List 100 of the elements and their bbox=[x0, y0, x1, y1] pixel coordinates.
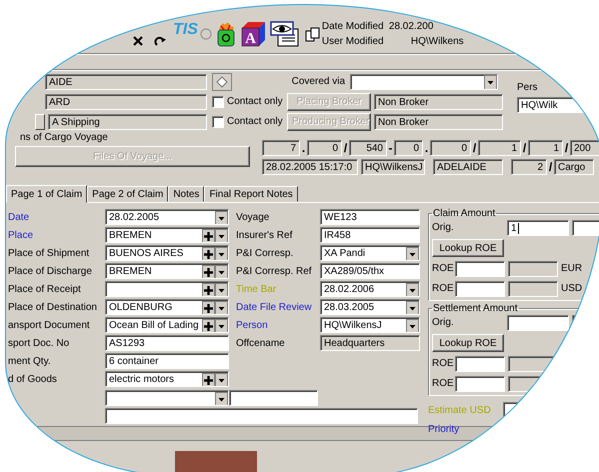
text-field[interactable] bbox=[507, 314, 569, 330]
redo-icon[interactable] bbox=[154, 35, 167, 47]
number-field[interactable]: 1 bbox=[478, 140, 521, 156]
dropdown-button[interactable] bbox=[215, 319, 228, 332]
dropdown-button[interactable] bbox=[406, 301, 419, 314]
user-modified-value: HQ\Wilkens bbox=[410, 36, 464, 47]
text-field[interactable]: XA289/05/thx bbox=[320, 263, 420, 279]
combo-field[interactable]: BREMEN bbox=[105, 263, 229, 279]
lookup-roe-button[interactable]: Lookup ROE bbox=[432, 334, 504, 352]
checkbox[interactable] bbox=[212, 116, 224, 128]
text-field[interactable]: Non Broker bbox=[374, 94, 503, 110]
add-button[interactable] bbox=[202, 247, 215, 260]
combo-field[interactable]: 28.02.2006 bbox=[320, 281, 420, 297]
number-field[interactable]: 1 bbox=[528, 140, 563, 156]
tab[interactable]: Page 1 of Claim bbox=[6, 185, 88, 203]
text-field[interactable]: ARD bbox=[45, 94, 207, 110]
dropdown-button[interactable] bbox=[215, 301, 228, 314]
text-field[interactable] bbox=[105, 408, 418, 424]
field-label: Pers bbox=[517, 82, 539, 93]
dropdown-button[interactable] bbox=[215, 247, 228, 260]
field-label: Time Bar bbox=[236, 284, 278, 294]
text-field[interactable] bbox=[455, 260, 505, 276]
text-field[interactable]: Non Broker bbox=[374, 114, 503, 130]
text-field[interactable]: AIDE bbox=[45, 74, 207, 90]
barrel-icon[interactable] bbox=[214, 20, 237, 48]
text-field[interactable] bbox=[455, 356, 505, 372]
dropdown-button[interactable] bbox=[484, 74, 497, 88]
text-field[interactable]: 6 container bbox=[105, 353, 229, 369]
copy-icon[interactable] bbox=[304, 26, 320, 42]
text-field[interactable]: 2 bbox=[511, 159, 547, 175]
number-field[interactable]: 0 bbox=[394, 140, 423, 156]
combo-field[interactable]: OLDENBURG bbox=[105, 299, 229, 315]
tab[interactable]: Page 2 of Claim bbox=[87, 186, 168, 202]
text-field[interactable]: IR458 bbox=[320, 227, 420, 243]
add-button[interactable] bbox=[202, 319, 215, 332]
combo-field[interactable] bbox=[105, 281, 229, 297]
number-field[interactable]: 540 bbox=[349, 140, 387, 156]
field-label: Covered via bbox=[290, 76, 346, 87]
field-label: ROE bbox=[432, 263, 455, 274]
number-field[interactable]: 7 bbox=[262, 140, 300, 156]
lookup-button[interactable] bbox=[212, 72, 232, 90]
combo-field[interactable]: HQ\WilkensJ bbox=[320, 317, 420, 333]
field-label: P&I Corresp. bbox=[236, 248, 294, 258]
combo-field[interactable]: electric motors bbox=[105, 371, 229, 387]
add-button[interactable] bbox=[202, 229, 215, 242]
field-label: ROE bbox=[432, 283, 455, 294]
separator-text: / bbox=[564, 141, 570, 155]
text-field[interactable]: Cargo bbox=[554, 159, 594, 175]
small-button[interactable] bbox=[35, 114, 45, 130]
eye-document-icon[interactable] bbox=[270, 21, 300, 47]
dropdown-button[interactable] bbox=[406, 319, 419, 332]
combo-field[interactable]: BREMEN bbox=[105, 227, 229, 243]
dropdown-field[interactable] bbox=[105, 390, 229, 406]
checkbox-label: Contact only bbox=[227, 116, 284, 127]
combo-field[interactable]: Ocean Bill of Lading bbox=[105, 317, 229, 333]
field-label: Orig. bbox=[432, 317, 455, 328]
checkbox[interactable] bbox=[212, 96, 224, 108]
field-label: Person bbox=[236, 320, 269, 330]
combo-field[interactable]: BUENOS AIRES bbox=[105, 245, 229, 261]
text-field[interactable] bbox=[508, 280, 558, 296]
dropdown-button[interactable] bbox=[406, 247, 419, 260]
tab[interactable]: Notes bbox=[168, 186, 204, 202]
text-field[interactable]: HQ\WilkensJ bbox=[361, 159, 425, 175]
text-field[interactable]: ADELAIDE bbox=[433, 159, 503, 175]
field-label: Offcename bbox=[236, 338, 286, 348]
number-field[interactable]: 0 bbox=[430, 140, 471, 156]
text-field[interactable]: 1 bbox=[507, 220, 569, 236]
add-button[interactable] bbox=[202, 373, 215, 386]
combo-field[interactable]: 28.02.2005 bbox=[105, 209, 229, 225]
dropdown-button[interactable] bbox=[406, 283, 419, 296]
tab[interactable]: Final Report Notes bbox=[204, 186, 298, 202]
text-field[interactable] bbox=[229, 390, 318, 406]
covered-via-dropdown[interactable] bbox=[350, 74, 498, 90]
dropdown-button[interactable] bbox=[215, 373, 228, 386]
combo-field[interactable]: XA Pandi bbox=[320, 245, 420, 261]
dropdown-button[interactable] bbox=[215, 229, 228, 242]
separator-text: / bbox=[522, 141, 528, 155]
add-button[interactable] bbox=[202, 301, 215, 314]
text-field[interactable]: 28.02.2005 15:17:0 bbox=[262, 159, 358, 175]
add-button[interactable] bbox=[202, 283, 215, 296]
dropdown-button[interactable] bbox=[215, 392, 228, 405]
text-field[interactable] bbox=[455, 376, 505, 392]
text-field[interactable]: WE123 bbox=[320, 209, 420, 225]
currency-label: EUR bbox=[561, 263, 582, 274]
text-field[interactable]: AS1293 bbox=[105, 335, 229, 351]
number-field[interactable]: 0 bbox=[307, 140, 342, 156]
field-label: ROE bbox=[432, 358, 455, 369]
text-field[interactable]: A Shipping bbox=[48, 114, 207, 130]
dropdown-button[interactable] bbox=[215, 265, 228, 278]
number-field[interactable]: 200 bbox=[570, 140, 599, 156]
add-button[interactable] bbox=[202, 265, 215, 278]
dropdown-button[interactable] bbox=[215, 211, 228, 224]
text-field[interactable]: Headquarters bbox=[320, 335, 420, 351]
text-field[interactable] bbox=[455, 280, 505, 296]
text-field[interactable] bbox=[508, 260, 558, 276]
field-label: Orig. bbox=[432, 222, 455, 233]
close-icon[interactable] bbox=[132, 35, 144, 47]
dropdown-button[interactable] bbox=[215, 283, 228, 296]
combo-field[interactable]: 28.03.2005 bbox=[320, 299, 420, 315]
lookup-roe-button[interactable]: Lookup ROE bbox=[432, 239, 504, 257]
